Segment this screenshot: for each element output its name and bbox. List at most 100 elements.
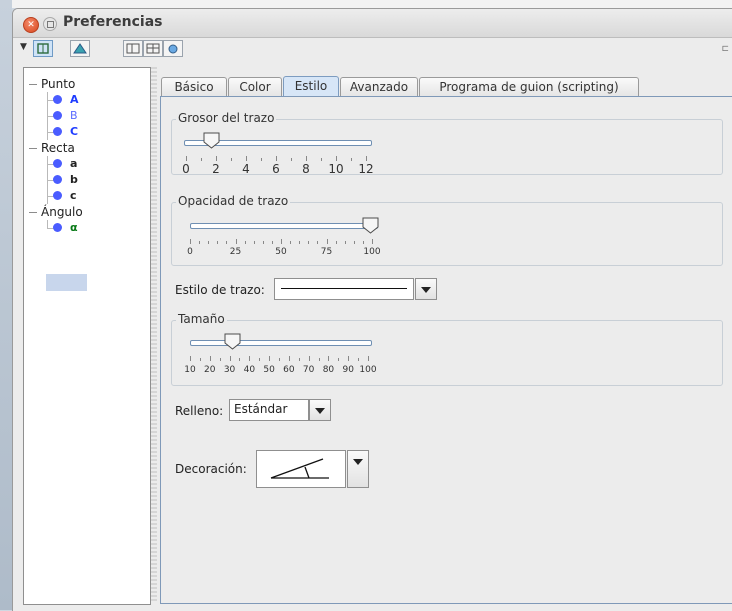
slider-tick <box>338 358 340 361</box>
fill-value: Estándar <box>234 402 288 416</box>
thickness-title: Grosor del trazo <box>176 111 277 125</box>
collapse-angulo-icon[interactable] <box>29 212 37 213</box>
line-style-dropdown-button[interactable] <box>415 278 437 300</box>
slider-tick <box>229 356 231 361</box>
fill-combo[interactable]: Estándar <box>229 399 309 421</box>
size-slider-track[interactable] <box>190 340 372 346</box>
maximize-button[interactable] <box>43 17 57 31</box>
tab-scripting[interactable]: Programa de guion (scripting) <box>419 77 639 97</box>
slider-tick <box>239 358 241 361</box>
tree-item-C[interactable]: C <box>70 124 78 140</box>
tree-item-alpha[interactable]: α <box>70 220 78 236</box>
opacity-slider-track[interactable] <box>190 223 378 229</box>
line-a-icon <box>53 159 62 168</box>
line-b-icon <box>53 175 62 184</box>
split-pane-divider[interactable] <box>151 67 157 603</box>
slider-tick <box>321 158 322 161</box>
slider-tick-label: 100 <box>363 247 381 257</box>
preferences-window: ✕ Preferencias ▼ ⊏ Punto A B C Recta a b… <box>12 8 732 611</box>
tree-line <box>47 220 48 228</box>
close-button[interactable]: ✕ <box>23 17 39 33</box>
slider-tick <box>291 158 292 161</box>
collapse-arrow-icon[interactable]: ▼ <box>20 42 27 52</box>
slider-tick <box>299 241 301 244</box>
slider-tick <box>209 356 211 361</box>
slider-tick <box>372 239 373 244</box>
slider-tick <box>199 241 201 244</box>
slider-tick-label: 10 <box>328 162 344 176</box>
slider-tick <box>326 239 328 244</box>
slider-tick <box>368 356 369 361</box>
tree-item-b[interactable]: b <box>70 172 78 188</box>
slider-tick <box>328 356 330 361</box>
point-a-icon <box>53 95 62 104</box>
slider-tick <box>288 356 290 361</box>
tree-item-B[interactable]: B <box>70 108 78 124</box>
slider-tick <box>348 356 350 361</box>
tree-item-c[interactable]: c <box>70 188 77 204</box>
slider-tick <box>344 241 346 244</box>
slider-tick <box>244 241 246 244</box>
tree-group-punto[interactable]: Punto <box>41 76 75 92</box>
slider-tick <box>308 241 310 244</box>
size-slider-thumb[interactable] <box>224 333 242 354</box>
fill-dropdown-button[interactable] <box>309 399 331 421</box>
tab-avanzado[interactable]: Avanzado <box>340 77 418 97</box>
slider-tick <box>226 241 228 244</box>
slider-tick-label: 2 <box>212 162 220 176</box>
slider-tick <box>186 156 187 161</box>
fill-label: Relleno: <box>175 404 224 418</box>
object-tree[interactable]: Punto A B C Recta a b c Ángulo α <box>23 67 151 605</box>
slider-tick <box>259 358 261 361</box>
slider-tick-label: 8 <box>302 162 310 176</box>
slider-tick-label: 6 <box>272 162 280 176</box>
slider-tick <box>190 239 191 244</box>
slider-tick <box>362 241 364 244</box>
geometry-icon[interactable] <box>70 40 90 57</box>
grid-icon[interactable] <box>143 40 163 57</box>
slider-tick <box>201 158 202 161</box>
tab-basico[interactable]: Básico <box>161 77 227 97</box>
slider-tick <box>351 158 352 161</box>
decoration-dropdown-button[interactable] <box>347 450 369 488</box>
slider-tick <box>353 241 355 244</box>
tab-color[interactable]: Color <box>228 77 282 97</box>
slider-tick-label: 12 <box>358 162 374 176</box>
slider-tick <box>335 241 337 244</box>
slider-tick-label: 100 <box>359 365 377 375</box>
point-c-icon <box>53 127 62 136</box>
line-style-combo[interactable] <box>274 278 414 300</box>
thickness-group: Grosor del trazo 0 2 4 6 8 10 12 <box>171 111 723 176</box>
tree-group-recta[interactable]: Recta <box>41 140 75 156</box>
decoration-label: Decoración: <box>175 462 247 476</box>
slider-tick <box>318 358 320 361</box>
graphics-view-icon[interactable] <box>33 40 53 57</box>
slider-tick <box>217 241 219 244</box>
line-style-preview <box>281 288 407 289</box>
collapse-recta-icon[interactable] <box>29 148 37 149</box>
slider-tick <box>279 358 280 361</box>
decoration-combo[interactable] <box>256 450 346 488</box>
slider-tick <box>298 358 300 361</box>
layout-icon[interactable] <box>123 40 143 57</box>
dock-icon[interactable]: ⊏ <box>721 44 729 54</box>
style-panel: Grosor del trazo 0 2 4 6 8 10 12 Opacidad de t… <box>160 96 732 604</box>
tree-group-angulo[interactable]: Ángulo <box>41 204 83 220</box>
toolbar: ▼ ⊏ <box>13 38 732 60</box>
slider-tick <box>317 241 319 244</box>
desktop-left <box>0 0 12 610</box>
collapse-punto-icon[interactable] <box>29 84 37 85</box>
slider-tick <box>262 241 264 244</box>
tree-item-a[interactable]: a <box>70 156 77 172</box>
slider-tick-label: 4 <box>242 162 250 176</box>
opacity-slider-thumb[interactable] <box>362 217 380 238</box>
slider-tick <box>235 239 237 244</box>
slider-tick <box>306 156 307 161</box>
thickness-slider-thumb[interactable] <box>203 132 221 153</box>
tab-estilo[interactable]: Estilo <box>283 76 339 98</box>
defaults-icon[interactable] <box>163 40 183 57</box>
tree-item-A[interactable]: A <box>70 92 79 108</box>
title-bar: ✕ Preferencias <box>13 9 732 38</box>
line-c-icon <box>53 191 62 200</box>
size-group: Tamaño 10 20 30 40 50 60 70 80 90 100 <box>171 312 723 386</box>
